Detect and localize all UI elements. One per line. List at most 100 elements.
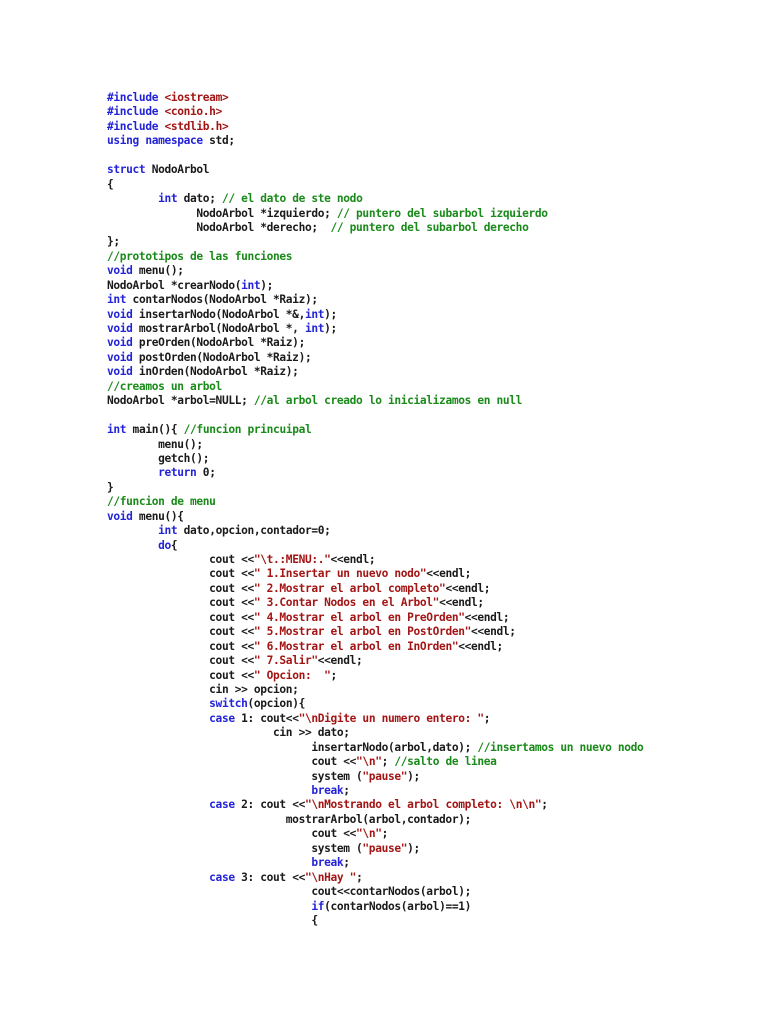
keyword-token: struct [107, 163, 152, 177]
code-line: break; [107, 856, 643, 870]
code-token: ); [260, 278, 274, 292]
string-token: " Opcion: " [253, 668, 331, 682]
comment-token: //funcion princuipal [183, 423, 312, 437]
code-line: cout <<" Opcion: "; [107, 669, 643, 683]
code-line: int contarNodos(NodoArbol *Raiz); [107, 293, 643, 307]
code-line: #include <iostream> [107, 91, 643, 105]
code-token: ; [356, 870, 363, 884]
code-token: dato; [177, 192, 222, 206]
code-token: preOrden(NodoArbol *Raiz); [132, 336, 305, 350]
code-line: cin >> opcion; [107, 683, 643, 697]
code-line: //prototipos de las funciones [107, 250, 643, 264]
keyword-token: switch [209, 697, 248, 711]
code-token: cout << [107, 581, 254, 595]
code-line: case 2: cout <<"\nMostrando el arbol com… [107, 798, 643, 812]
keyword-token: void [107, 336, 133, 350]
code-token: { [107, 177, 114, 191]
code-token: 0; [196, 466, 216, 480]
code-token: menu(); [107, 437, 203, 451]
code-line: //creamos un arbol [107, 380, 643, 394]
code-line: void menu(){ [107, 510, 643, 524]
code-line: void preOrden(NodoArbol *Raiz); [107, 336, 643, 350]
code-line: getch(); [107, 452, 643, 466]
code-line: cout <<" 5.Mostrar el arbol en PostOrden… [107, 625, 643, 639]
code-line: system ("pause"); [107, 842, 643, 856]
code-token: std; [209, 134, 235, 148]
comment-token: //al arbol creado lo inicializamos en nu… [253, 394, 523, 408]
code-token: ; [483, 711, 491, 725]
string-token: " 2.Mostrar el arbol completo" [253, 581, 446, 595]
string-token: " 1.Insertar un nuevo nodo" [253, 567, 427, 581]
code-line: void postOrden(NodoArbol *Raiz); [107, 351, 643, 365]
code-token: ; [330, 668, 338, 682]
string-token: "pause" [362, 841, 408, 855]
code-token: NodoArbol [151, 163, 210, 177]
string-token: "pause" [362, 769, 408, 783]
code-line: int dato,opcion,contador=0; [107, 524, 643, 538]
code-line: cout <<" 7.Salir"<<endl; [107, 654, 643, 668]
code-line: void inOrden(NodoArbol *Raiz); [107, 365, 643, 379]
code-token: { [170, 538, 178, 552]
keyword-token: void [107, 365, 133, 379]
keyword-token: int [304, 307, 325, 321]
code-token: { [107, 913, 318, 927]
code-token: postOrden(NodoArbol *Raiz); [132, 350, 312, 364]
code-token: cin >> dato; [107, 726, 350, 740]
code-token: ; [381, 827, 389, 841]
keyword-token: return [158, 466, 197, 480]
code-token: main(){ [126, 423, 184, 437]
code-line: #include <stdlib.h> [107, 120, 643, 134]
code-token: 2: cout << [234, 798, 305, 812]
comment-token: //salto de linea [394, 755, 497, 769]
code-line: cout <<" 1.Insertar un nuevo nodo"<<endl… [107, 567, 643, 581]
code-line: NodoArbol *arbol=NULL; //al arbol creado… [107, 394, 643, 408]
string-token: "\n" [356, 827, 382, 841]
code-line: { [107, 914, 643, 928]
code-token: cout << [107, 625, 254, 639]
keyword-token: int [107, 293, 127, 307]
code-line: if(contarNodos(arbol)==1) [107, 900, 643, 914]
keyword-token: void [107, 307, 133, 321]
code-line: break; [107, 784, 643, 798]
code-token: <<endl; [470, 625, 516, 639]
keyword-token: case [209, 870, 235, 884]
code-token: <<endl; [464, 610, 510, 624]
code-line: int dato; // el dato de ste nodo [107, 192, 643, 206]
code-line: void mostrarArbol(NodoArbol *, int); [107, 322, 643, 336]
string-token: " 6.Mostrar el arbol en InOrden" [253, 639, 459, 653]
keyword-token: void [107, 322, 133, 335]
code-line: } [107, 481, 643, 495]
code-token: ; [381, 755, 395, 769]
string-token: <stdlib.h> [164, 119, 229, 133]
preprocessor-token: #include [107, 105, 165, 119]
code-line: cout <<" 2.Mostrar el arbol completo"<<e… [107, 582, 643, 596]
code-token: insertarNodo(NodoArbol *&, [132, 307, 305, 321]
code-token: cin >> opcion; [107, 682, 299, 696]
keyword-token: void [107, 350, 133, 364]
code-line: do{ [107, 539, 643, 553]
code-token: NodoArbol *derecho; [107, 220, 331, 234]
code-line: cout <<" 6.Mostrar el arbol en InOrden"<… [107, 640, 643, 654]
code-token: cout << [107, 668, 254, 682]
code-token: cout << [107, 755, 357, 769]
code-token: system ( [107, 769, 363, 783]
keyword-token: int [304, 322, 325, 335]
code-token: getch(); [107, 451, 210, 465]
preprocessor-token: #include [107, 119, 165, 133]
code-token: menu(); [132, 264, 184, 278]
code-line: case 3: cout <<"\nHay "; [107, 871, 643, 885]
code-token: 3: cout << [234, 870, 305, 884]
code-token: dato,opcion,contador=0; [177, 524, 331, 538]
string-token: "\nDigite un numero entero: " [298, 711, 485, 725]
string-token: <iostream> [164, 91, 229, 104]
code-line: cout <<" 4.Mostrar el arbol en PreOrden"… [107, 611, 643, 625]
code-line: case 1: cout<<"\nDigite un numero entero… [107, 712, 643, 726]
code-token: cout << [107, 567, 254, 581]
